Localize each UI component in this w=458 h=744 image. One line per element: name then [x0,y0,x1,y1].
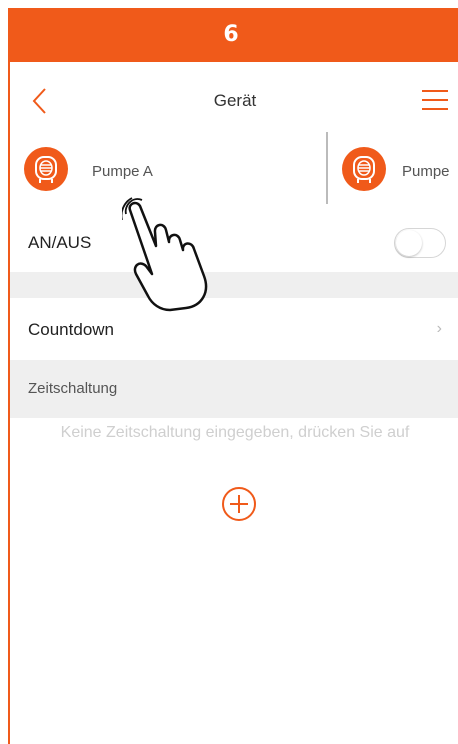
toggle-knob [396,230,422,256]
power-toggle[interactable] [394,228,446,258]
timer-section-header: Zeitschaltung [10,360,458,418]
hand-pointer-icon [122,197,208,312]
pump-icon[interactable] [342,147,386,191]
section-gap [10,272,458,298]
timer-empty-text: Keine Zeitschaltung eingegeben, drücken … [60,424,410,441]
device-divider [326,132,328,204]
step-banner: 6 [10,8,458,62]
top-nav: Gerät [10,72,458,131]
step-number: 6 [223,22,239,47]
countdown-label: Countdown [28,320,115,339]
chevron-right-icon: › [436,320,442,337]
menu-icon[interactable] [422,89,448,111]
power-row: AN/AUS [10,214,458,272]
add-circle-icon[interactable] [221,486,257,522]
timer-section-label: Zeitschaltung [28,380,118,397]
power-label: AN/AUS [28,233,92,252]
page-title: Gerät [213,91,257,110]
device-name-1[interactable]: Pumpe A [92,163,153,180]
countdown-row[interactable]: Countdown › [10,298,458,361]
device-carousel: Pumpe A Pumpe [10,130,458,215]
app-screen: 6 Gerät Pumpe A Pumpe AN/AUS Countdown ›… [8,8,458,744]
device-name-2[interactable]: Pumpe [402,163,450,180]
pump-icon[interactable] [24,147,68,191]
